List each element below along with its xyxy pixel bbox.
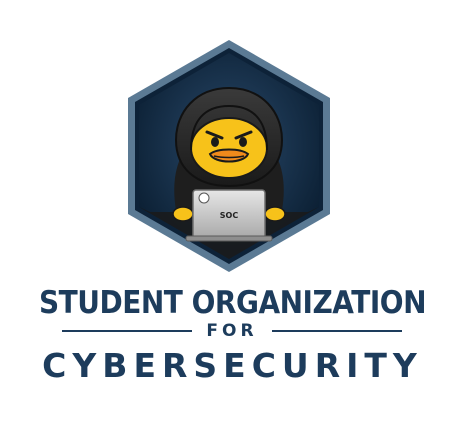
duck-left-eye (211, 137, 219, 147)
laptop-label: SOC (220, 211, 239, 220)
org-title-line1: STUDENT ORGANIZATION (38, 284, 427, 321)
laptop-base (185, 235, 273, 242)
org-title-line3: CYBERSECURITY (42, 346, 423, 385)
org-title-for-row: FOR (62, 320, 402, 342)
duck-right-eye (239, 137, 247, 147)
duck-left-hand (172, 206, 194, 222)
duck-right-hand (264, 206, 286, 222)
divider-right (272, 330, 402, 332)
laptop-sticker-icon (198, 192, 210, 204)
duck-beak (208, 148, 250, 163)
duck-face (190, 117, 268, 179)
